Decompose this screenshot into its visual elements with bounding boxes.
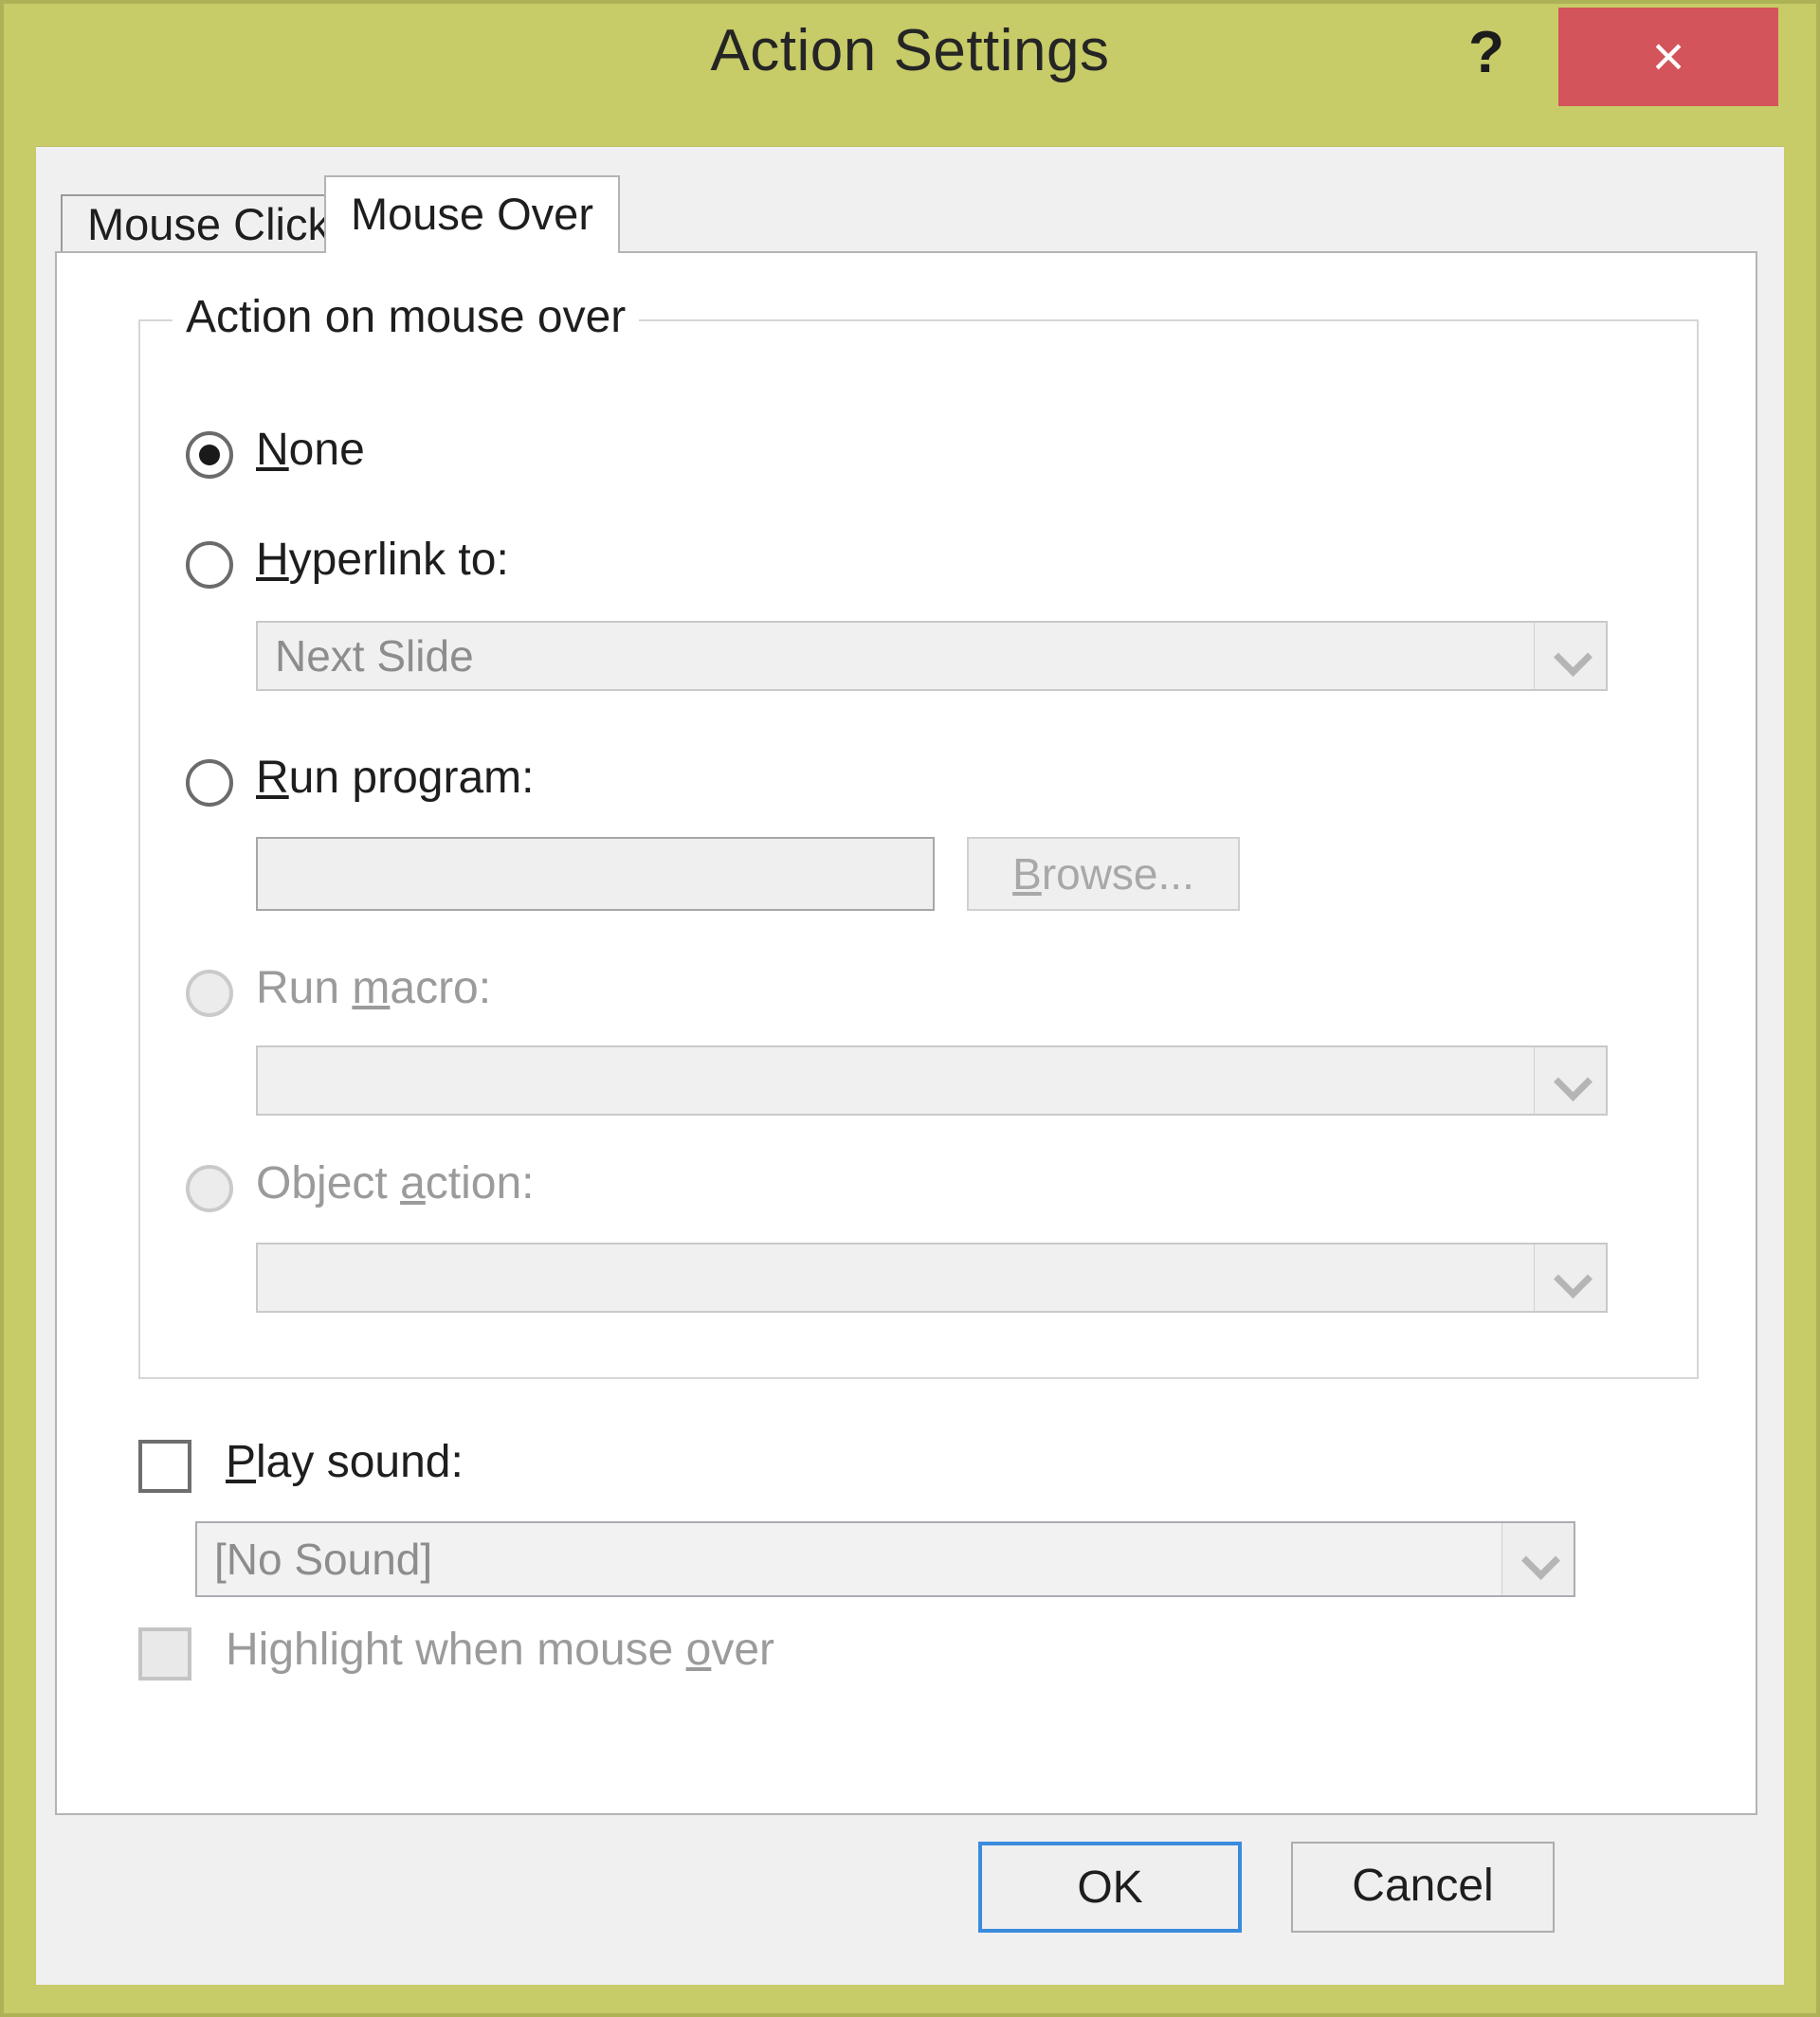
radio-none-label: None [256, 424, 365, 476]
radio-run-macro [186, 970, 233, 1017]
highlight-label-pre: Highlight when mouse [226, 1625, 686, 1675]
close-button[interactable]: × [1558, 8, 1778, 106]
object-action-combobox [256, 1243, 1608, 1313]
dialog-body: Mouse Click Mouse Over Action on mouse o… [36, 146, 1784, 1985]
tab-mouse-over[interactable]: Mouse Over [324, 175, 620, 253]
radio-row-run-program[interactable]: Run program: [140, 753, 1657, 816]
run-macro-combobox [256, 1045, 1608, 1116]
action-group-legend: Action on mouse over [173, 291, 640, 343]
close-icon: × [1651, 25, 1685, 88]
tab-strip: Mouse Click Mouse Over [36, 147, 1784, 253]
accel-o: o [685, 1625, 712, 1675]
radio-run-program-label-rest: un program: [288, 753, 535, 803]
play-sound-label: Play sound: [226, 1436, 464, 1488]
chevron-down-icon [1534, 1245, 1606, 1311]
radio-object-action-label: Object action: [256, 1157, 535, 1209]
chevron-down-icon [1534, 623, 1606, 689]
play-sound-row[interactable]: Play sound: [138, 1437, 1465, 1499]
radio-run-program[interactable] [186, 759, 233, 807]
accel-n: N [256, 425, 289, 475]
browse-button-label-rest: rowse... [1041, 849, 1194, 899]
accel-p: P [226, 1437, 257, 1487]
radio-run-macro-label: Run macro: [256, 962, 491, 1014]
radio-run-program-label: Run program: [256, 752, 534, 804]
radio-object-action-label-pre: Object [256, 1158, 401, 1208]
help-icon[interactable]: ? [1447, 13, 1526, 93]
ok-button[interactable]: OK [978, 1842, 1242, 1933]
chevron-down-icon [1534, 1047, 1606, 1114]
action-settings-dialog: Action Settings ? × Mouse Click Mouse Ov… [0, 0, 1820, 2017]
action-group-box: Action on mouse over None Hyperlink to: … [138, 291, 1699, 1379]
dialog-title: Action Settings [710, 18, 1110, 83]
radio-hyperlink-label: Hyperlink to: [256, 534, 509, 586]
run-program-input[interactable] [256, 837, 935, 911]
sound-combobox-value: [No Sound] [214, 1535, 433, 1584]
highlight-checkbox [138, 1627, 191, 1681]
hyperlink-combobox-value: Next Slide [275, 631, 474, 681]
highlight-label: Highlight when mouse over [226, 1624, 774, 1676]
accel-m: m [352, 963, 391, 1013]
radio-row-hyperlink[interactable]: Hyperlink to: [140, 535, 1657, 598]
play-sound-checkbox[interactable] [138, 1440, 191, 1493]
radio-row-run-macro: Run macro: [140, 963, 1657, 1027]
accel-r: R [256, 753, 289, 803]
title-bar: Action Settings ? × [4, 4, 1816, 144]
radio-none-label-rest: one [288, 425, 365, 475]
radio-none[interactable] [186, 431, 233, 479]
browse-button[interactable]: Browse... [967, 837, 1240, 911]
chevron-down-icon [1502, 1523, 1574, 1595]
radio-object-action [186, 1165, 233, 1212]
radio-object-action-label-rest: ction: [425, 1158, 535, 1208]
radio-run-macro-label-pre: Run [256, 963, 353, 1013]
radio-row-object-action: Object action: [140, 1158, 1657, 1222]
radio-run-macro-label-rest: acro: [390, 963, 492, 1013]
accel-h: H [256, 535, 289, 585]
radio-row-none[interactable]: None [140, 425, 1657, 488]
radio-hyperlink[interactable] [186, 541, 233, 589]
accel-a: a [400, 1158, 426, 1208]
play-sound-label-rest: lay sound: [256, 1437, 464, 1487]
highlight-label-rest: ver [711, 1625, 774, 1675]
highlight-row: Highlight when mouse over [138, 1624, 1465, 1686]
radio-hyperlink-label-rest: yperlink to: [288, 535, 509, 585]
cancel-button[interactable]: Cancel [1291, 1842, 1555, 1933]
hyperlink-combobox[interactable]: Next Slide [256, 621, 1608, 691]
tab-panel-mouse-over: Action on mouse over None Hyperlink to: … [55, 251, 1757, 1815]
sound-combobox[interactable]: [No Sound] [195, 1521, 1575, 1597]
tab-mouse-click[interactable]: Mouse Click [61, 194, 356, 253]
accel-b: B [1012, 849, 1042, 899]
